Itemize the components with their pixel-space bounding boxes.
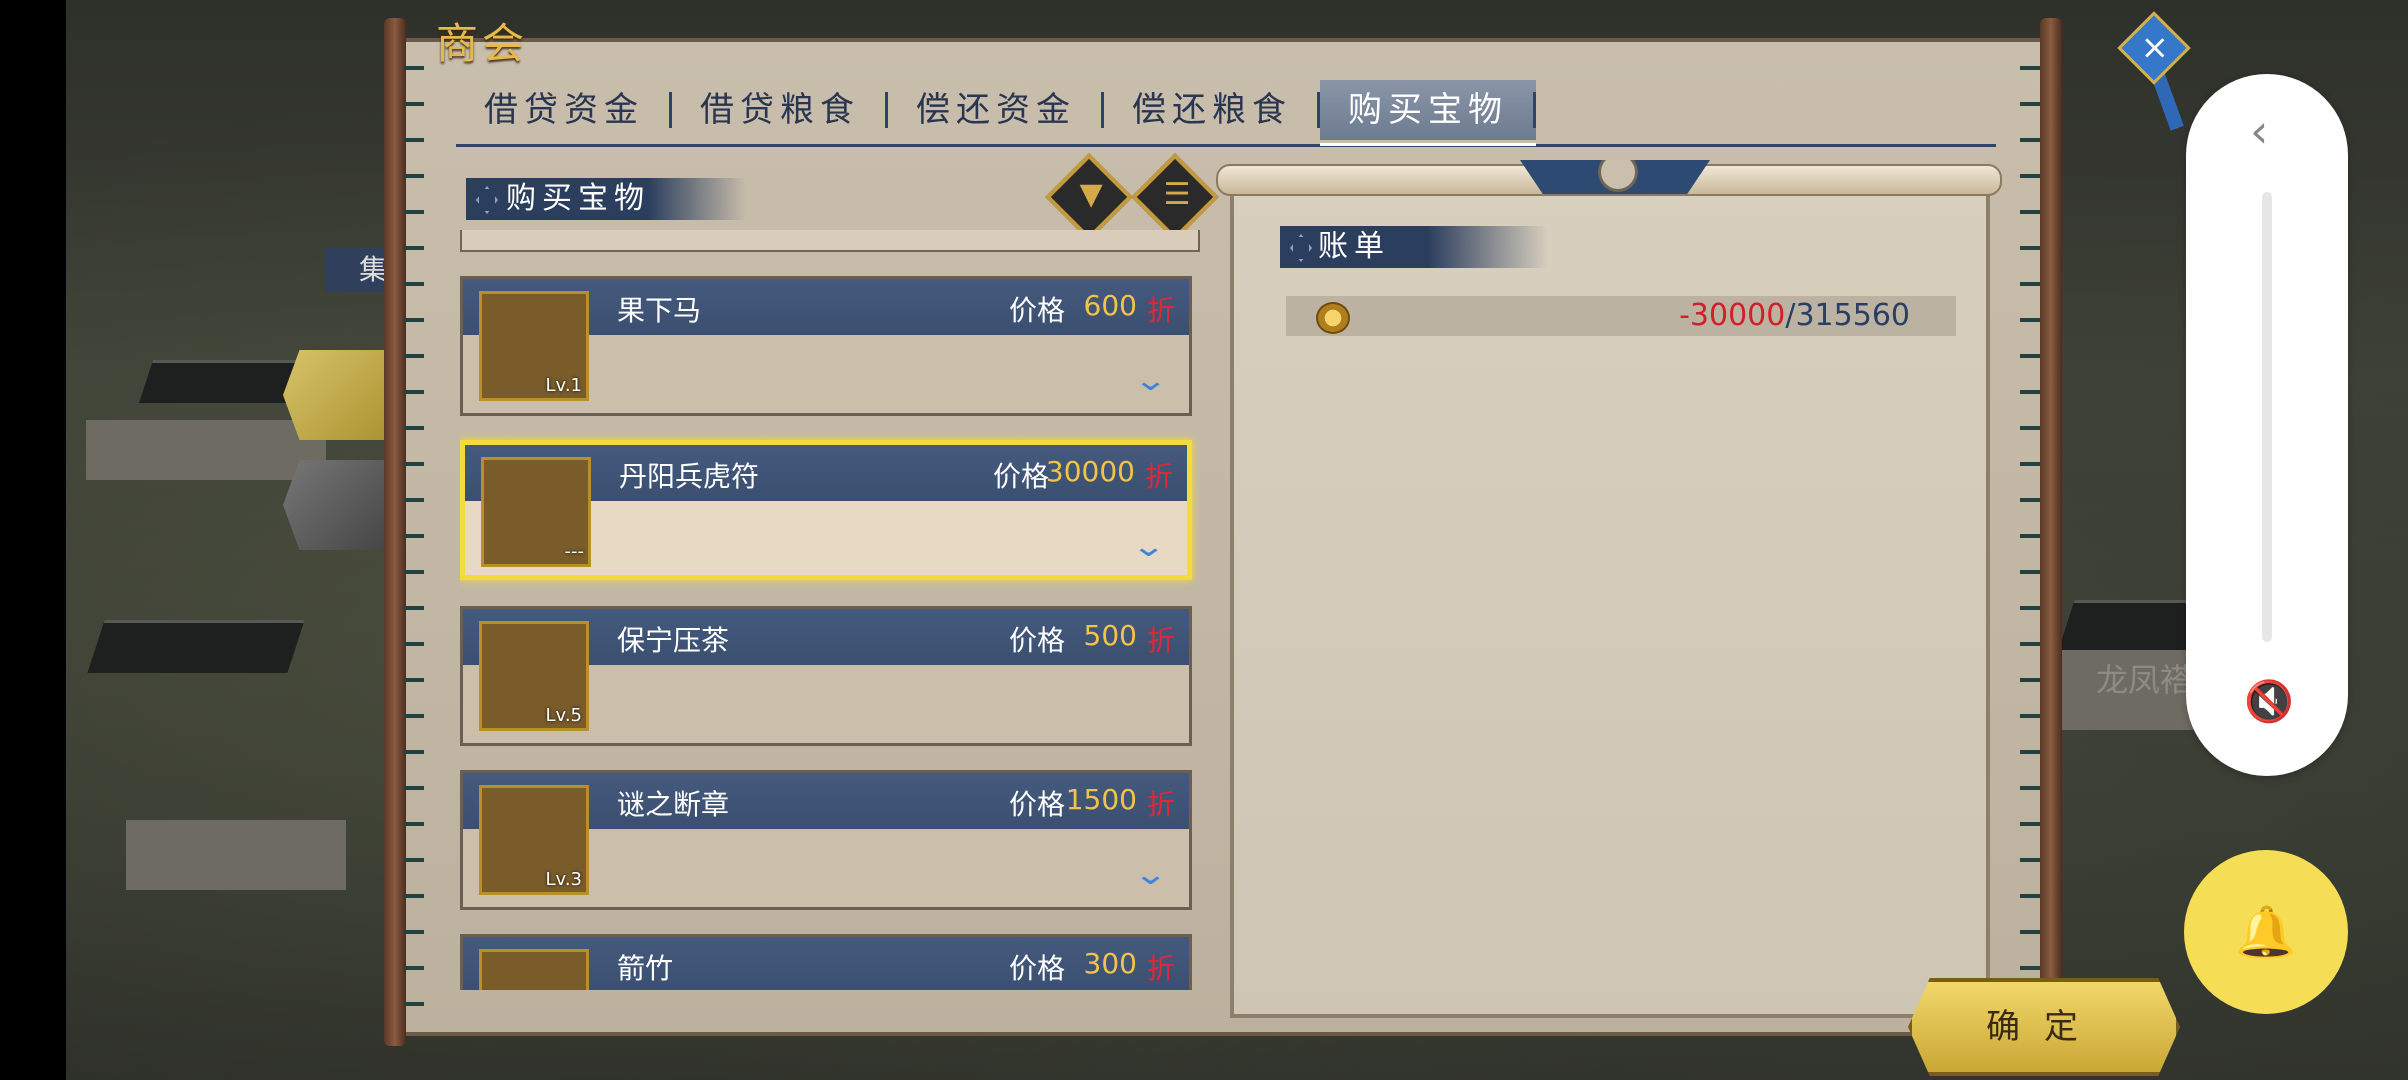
page-title: 商会 bbox=[436, 19, 529, 68]
bill-cost: -30000 bbox=[1679, 298, 1786, 333]
bamboo-icon bbox=[479, 949, 589, 990]
diamond-icon bbox=[476, 186, 498, 214]
treasure-list[interactable]: Lv.1 果下马 价格 600 折 ⌄ --- 丹阳兵虎符 价格 30000 折… bbox=[460, 230, 1200, 990]
bill-header-label: 账单 bbox=[1318, 229, 1390, 264]
bill-total: 315560 bbox=[1795, 298, 1910, 333]
close-icon: × bbox=[2140, 27, 2169, 68]
border-pattern-left bbox=[404, 50, 424, 1020]
volume-slider[interactable] bbox=[2262, 192, 2272, 642]
scroll-rod-left bbox=[384, 18, 406, 1046]
bill-row-money: -30000/315560 bbox=[1286, 296, 1956, 336]
list-item[interactable]: Lv.1 果下马 价格 600 折 ⌄ bbox=[460, 276, 1192, 416]
list-item[interactable]: Lv.3 谜之断章 价格 1500 折 ⌄ bbox=[460, 770, 1192, 910]
diamond-icon bbox=[1290, 234, 1312, 262]
tiger-tally-icon: --- bbox=[481, 457, 591, 567]
tab-buy-treasure[interactable]: 购买宝物 bbox=[1320, 80, 1536, 146]
list-item[interactable]: 箭竹 价格 300 折 bbox=[460, 934, 1192, 990]
tab-repay-grain[interactable]: 偿还粮食 bbox=[1104, 80, 1320, 140]
item-price-label: 价格 bbox=[1008, 294, 1065, 327]
item-discount: 折 bbox=[1146, 294, 1175, 327]
item-discount: 折 bbox=[1146, 788, 1175, 821]
confirm-button[interactable]: 确定 bbox=[1908, 978, 2180, 1076]
item-level: Lv.3 bbox=[545, 869, 582, 890]
item-price-label: 价格 bbox=[992, 460, 1049, 493]
list-item[interactable]: Lv.5 保宁压茶 价格 500 折 bbox=[460, 606, 1192, 746]
item-name: 保宁压茶 bbox=[617, 624, 730, 657]
bill-header: 账单 bbox=[1280, 226, 1548, 268]
bell-button[interactable]: 🔔 bbox=[2184, 850, 2348, 1014]
item-price-label: 价格 bbox=[1008, 788, 1065, 821]
list-item-partial bbox=[460, 230, 1200, 252]
side-menu-button-2[interactable] bbox=[283, 460, 393, 550]
item-price: 300 bbox=[1083, 947, 1137, 980]
border-pattern-right bbox=[2020, 50, 2040, 1020]
money-summary: -30000/315560 bbox=[1679, 298, 1910, 333]
horse-icon: Lv.1 bbox=[479, 291, 589, 401]
side-menu-button[interactable] bbox=[283, 350, 393, 440]
item-price: 600 bbox=[1083, 289, 1137, 322]
wall bbox=[126, 820, 346, 890]
item-name: 谜之断章 bbox=[617, 788, 730, 821]
tab-repay-funds[interactable]: 偿还资金 bbox=[888, 80, 1104, 140]
item-level: Lv.1 bbox=[545, 375, 582, 396]
item-price-label: 价格 bbox=[1008, 952, 1065, 985]
scroll-icon: Lv.3 bbox=[479, 785, 589, 895]
mute-icon[interactable]: 🔇 bbox=[2244, 678, 2294, 725]
coin-icon bbox=[1316, 302, 1350, 334]
treasure-list-header-label: 购买宝物 bbox=[506, 181, 650, 216]
item-name: 箭竹 bbox=[617, 952, 674, 985]
filter-icon: ▼ bbox=[1079, 176, 1103, 212]
item-discount: 折 bbox=[1146, 624, 1175, 657]
item-discount: 折 bbox=[1146, 952, 1175, 985]
tea-jar-icon: Lv.5 bbox=[479, 621, 589, 731]
item-name: 丹阳兵虎符 bbox=[619, 460, 760, 493]
treasure-list-header: 购买宝物 bbox=[466, 178, 746, 220]
wall bbox=[86, 420, 326, 480]
list-icon: ☰ bbox=[1163, 176, 1191, 212]
background-place-text: 龙凤褡 bbox=[2096, 661, 2193, 699]
item-price-label: 价格 bbox=[1008, 624, 1065, 657]
left-letterbox bbox=[0, 0, 66, 1080]
bell-icon: 🔔 bbox=[2234, 903, 2298, 961]
roof bbox=[87, 620, 305, 673]
item-price: 1500 bbox=[1065, 783, 1137, 816]
item-level: Lv.5 bbox=[545, 705, 582, 726]
item-price: 30000 bbox=[1045, 455, 1135, 488]
item-level: --- bbox=[564, 541, 585, 562]
list-item-selected[interactable]: --- 丹阳兵虎符 价格 30000 折 ⌄ bbox=[460, 440, 1192, 580]
chevron-down-icon[interactable]: ⌄ bbox=[1131, 529, 1166, 564]
chevron-down-icon[interactable]: ⌄ bbox=[1133, 857, 1168, 892]
item-name: 果下马 bbox=[617, 294, 702, 327]
volume-panel[interactable]: ‹ 🔇 bbox=[2186, 74, 2348, 776]
chevron-left-icon[interactable]: ‹ bbox=[2250, 104, 2268, 158]
tab-borrow-funds[interactable]: 借贷资金 bbox=[456, 80, 672, 140]
bill-separator: / bbox=[1785, 298, 1796, 333]
tab-bar: 借贷资金 借贷粮食 偿还资金 偿还粮食 购买宝物 bbox=[456, 76, 1996, 147]
tab-borrow-grain[interactable]: 借贷粮食 bbox=[672, 80, 888, 140]
medallion-icon bbox=[1520, 160, 1710, 194]
chevron-down-icon[interactable]: ⌄ bbox=[1133, 363, 1168, 398]
item-price: 500 bbox=[1083, 619, 1137, 652]
scroll-rod-right bbox=[2040, 18, 2062, 1046]
item-discount: 折 bbox=[1144, 460, 1173, 493]
